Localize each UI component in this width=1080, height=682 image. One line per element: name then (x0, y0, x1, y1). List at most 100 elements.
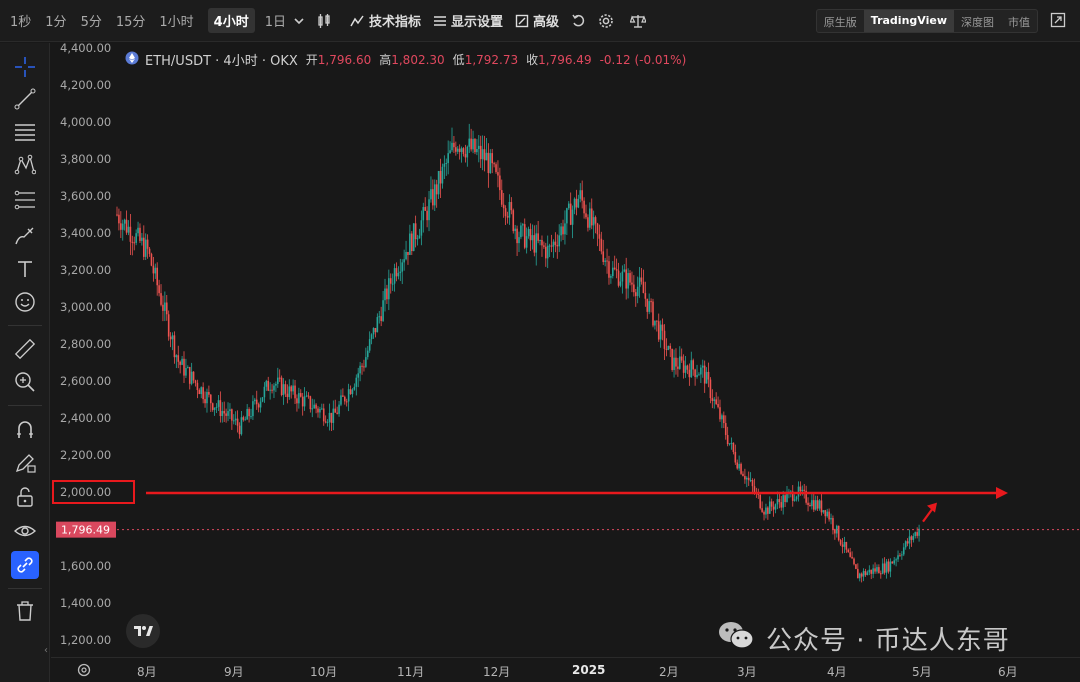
price-chart[interactable]: 4,400.00 4,200.00 4,000.00 3,800.00 3,600.00… (51, 43, 1080, 657)
candle-body (252, 401, 254, 417)
text-icon[interactable] (11, 255, 39, 283)
candle-body (179, 361, 181, 365)
trash-icon[interactable] (11, 597, 39, 625)
brush-icon[interactable] (11, 221, 39, 249)
indicators-button[interactable]: 技术指标 (350, 11, 421, 30)
candle-body (210, 394, 212, 404)
candle-body (822, 510, 825, 513)
candle-body (543, 245, 545, 247)
candle-body (587, 217, 589, 228)
price-tick-label: 1,600.00 (60, 559, 111, 573)
candle-body (778, 499, 781, 503)
candle-body (278, 377, 281, 379)
chevron-down-icon[interactable] (294, 17, 304, 25)
fullscreen-icon[interactable] (1050, 12, 1066, 32)
candle-body (441, 166, 444, 184)
candle-body (321, 408, 323, 410)
candle-body (491, 153, 493, 164)
candle-body (625, 269, 627, 289)
candle-body (677, 366, 679, 369)
zoom-in-icon[interactable] (11, 368, 39, 396)
timeframe-1d[interactable]: 1日 (265, 8, 286, 33)
time-tick-label: 2月 (659, 665, 679, 679)
magnet-icon[interactable] (11, 415, 39, 443)
candle-body (357, 373, 359, 378)
candle-body (422, 207, 425, 221)
candle-body (834, 529, 836, 534)
candle-body (887, 561, 890, 572)
lock-icon[interactable] (11, 483, 39, 511)
emoji-icon[interactable] (11, 288, 39, 316)
candle-body (366, 350, 369, 358)
candle-body (619, 281, 622, 286)
timeframe-5m[interactable]: 5分 (81, 8, 102, 33)
price-tick-label: 3,200.00 (60, 263, 111, 277)
candle-body (479, 145, 482, 160)
candle-body (711, 398, 714, 401)
candle-body (516, 228, 518, 244)
horizontal-lines-icon[interactable] (11, 118, 39, 146)
candle-body (259, 401, 262, 408)
candle-body (782, 495, 784, 508)
candle-body (615, 269, 618, 271)
symbol-title[interactable]: ETH/USDT · 4小时 · OKX (145, 50, 298, 69)
candle-body (181, 358, 183, 365)
candle-body (623, 269, 626, 272)
gear-icon[interactable] (598, 13, 614, 29)
display-settings-button[interactable]: 显示设置 (433, 11, 503, 30)
candle-type-icon[interactable] (316, 13, 332, 29)
view-market-cap[interactable]: 市值 (1001, 10, 1037, 32)
pattern-icon[interactable] (11, 151, 39, 179)
candle-body (280, 377, 283, 396)
price-tick-label: 3,400.00 (60, 226, 111, 240)
candle-body (841, 544, 844, 547)
candle-body (462, 148, 465, 154)
collapse-toolbar-icon[interactable]: ‹ (44, 645, 48, 656)
candle-body (368, 339, 371, 351)
ruler-icon[interactable] (11, 335, 39, 363)
timeframe-1h[interactable]: 1小时 (159, 8, 193, 33)
trend-line-icon[interactable] (11, 85, 39, 113)
link-icon[interactable] (11, 551, 39, 579)
timeframe-1m[interactable]: 1分 (45, 8, 66, 33)
candle-body (765, 507, 767, 515)
candle-body (837, 525, 840, 541)
timeframe-15m[interactable]: 15分 (116, 8, 146, 33)
candle-body (403, 259, 405, 263)
candle-body (694, 369, 696, 378)
candle-body (872, 568, 874, 574)
candle-body (617, 270, 620, 286)
candle-body (885, 561, 888, 573)
pencil-lock-icon[interactable] (11, 449, 39, 477)
candle-body (539, 239, 541, 241)
candle-body (240, 417, 243, 435)
fib-retracement-icon[interactable] (11, 186, 39, 214)
view-depth[interactable]: 深度图 (954, 10, 1001, 32)
candle-body (567, 203, 570, 209)
undo-icon[interactable] (571, 13, 586, 28)
candle-body (495, 164, 497, 173)
candle-body (277, 377, 279, 384)
timeframe-1s[interactable]: 1秒 (10, 8, 31, 33)
candle-body (344, 396, 346, 402)
candle-body (870, 569, 873, 574)
candle-body (598, 234, 601, 239)
scale-icon[interactable] (630, 13, 647, 29)
candle-body (732, 442, 735, 452)
candle-body (902, 547, 905, 555)
candle-body (229, 409, 231, 412)
eye-icon[interactable] (11, 517, 39, 545)
advanced-button[interactable]: 高级 (515, 11, 559, 30)
candle-body (795, 496, 798, 500)
crosshair-icon[interactable] (11, 53, 39, 81)
view-native[interactable]: 原生版 (817, 10, 864, 32)
candle-body (487, 152, 490, 174)
timeframe-4h[interactable]: 4小时 (207, 8, 255, 33)
candle-body (386, 288, 388, 300)
advanced-label: 高级 (533, 15, 560, 30)
candle-body (395, 268, 398, 277)
candle-body (460, 148, 463, 152)
axis-settings-icon[interactable] (77, 663, 91, 681)
candle-body (899, 555, 901, 557)
view-tradingview[interactable]: TradingView (863, 10, 954, 32)
